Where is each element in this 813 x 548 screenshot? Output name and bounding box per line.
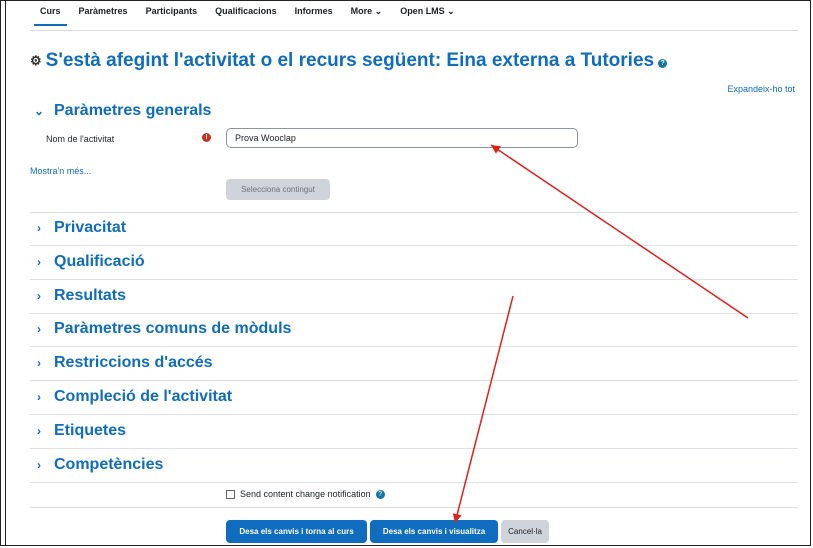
arrow-to-save-display — [452, 295, 514, 524]
arrow-to-name-field — [490, 144, 749, 319]
annotation-arrows — [452, 144, 749, 524]
